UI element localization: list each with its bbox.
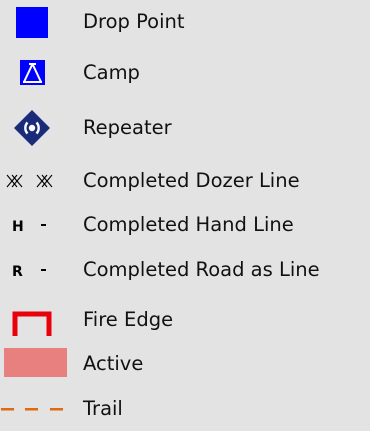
legend-item-hand-line: H Completed Hand Line <box>0 203 370 247</box>
map-legend: Drop Point Camp Repeater Completed Dozer… <box>0 0 370 424</box>
camp-tent-icon <box>0 51 76 95</box>
repeater-diamond-icon <box>0 106 76 150</box>
legend-item-camp: Camp <box>0 51 370 95</box>
legend-label: Completed Dozer Line <box>83 169 300 192</box>
legend-item-trail: Trail <box>0 387 370 431</box>
legend-label: Completed Hand Line <box>83 213 294 236</box>
legend-item-fire-edge: Fire Edge <box>0 298 370 342</box>
trail-dashed-icon <box>0 387 76 431</box>
legend-label: Repeater <box>83 116 172 139</box>
legend-item-dozer-line: Completed Dozer Line <box>0 159 370 203</box>
legend-label: Fire Edge <box>83 308 174 331</box>
legend-label: Active <box>83 352 144 375</box>
fire-edge-icon <box>0 298 76 342</box>
legend-item-road-line: R Completed Road as Line <box>0 248 370 292</box>
legend-item-drop-point: Drop Point <box>0 0 370 44</box>
road-line-icon: R <box>0 248 76 292</box>
legend-label: Completed Road as Line <box>83 258 320 281</box>
legend-item-repeater: Repeater <box>0 106 370 150</box>
hand-line-symbol-letter: H <box>12 219 24 235</box>
legend-label: Camp <box>83 61 140 84</box>
legend-item-active: Active <box>0 342 370 386</box>
legend-label: Trail <box>83 397 123 420</box>
active-fill-icon <box>0 342 76 386</box>
hand-line-icon: H <box>0 203 76 247</box>
legend-label: Drop Point <box>83 10 185 33</box>
drop-point-square-icon <box>0 0 76 44</box>
road-line-symbol-letter: R <box>12 264 23 280</box>
dozer-line-icon <box>0 159 76 203</box>
